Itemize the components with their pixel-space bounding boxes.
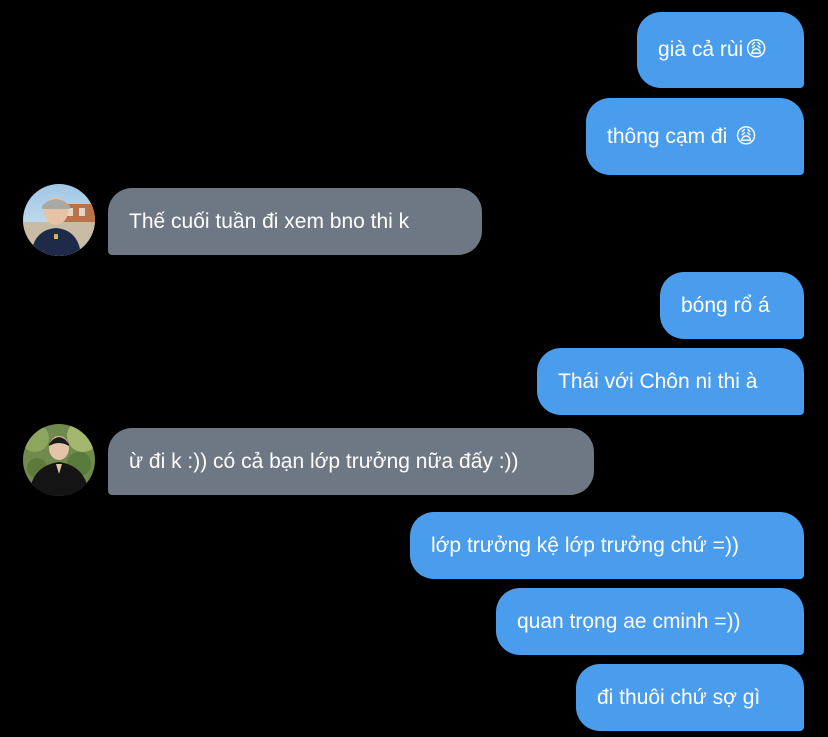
message-text: già cả rùi [658, 38, 744, 61]
message-text: Thái với Chôn ni thi à [558, 369, 758, 393]
message-bubble-outgoing[interactable]: quan trọng ae cminh =)) [496, 588, 804, 655]
message-text: ừ đi k :)) có cả bạn lớp trưởng nữa đấy … [129, 449, 519, 473]
weary-face-emoji-icon: 😩 [745, 38, 768, 61]
message-bubble-outgoing[interactable]: Thái với Chôn ni thi à [537, 348, 804, 415]
weary-face-emoji-icon: 😩 [735, 124, 757, 148]
message-text: Thế cuối tuần đi xem bno thi k [129, 209, 410, 233]
message-text: quan trọng ae cminh =)) [517, 609, 741, 633]
message-text: lớp trưởng kệ lớp trưởng chứ =)) [431, 533, 739, 557]
message-bubble-outgoing[interactable]: già cả rùi 😩 [637, 12, 804, 88]
contact-avatar-photo-icon [23, 184, 95, 256]
contact-avatar-photo-icon [23, 424, 95, 496]
chat-thread: già cả rùi 😩 thông cạm đi 😩 Thế cuối tuần… [0, 0, 828, 737]
message-text: thông cạm đi [607, 124, 734, 148]
message-bubble-outgoing[interactable]: thông cạm đi 😩 [586, 98, 804, 175]
message-bubble-outgoing[interactable]: lớp trưởng kệ lớp trưởng chứ =)) [410, 512, 804, 579]
message-bubble-outgoing[interactable]: bóng rổ á [660, 272, 804, 339]
message-bubble-incoming[interactable]: Thế cuối tuần đi xem bno thi k [108, 188, 482, 255]
contact-avatar[interactable] [23, 184, 95, 256]
message-bubble-outgoing[interactable]: đi thuôi chứ sợ gì [576, 664, 804, 731]
message-bubble-incoming[interactable]: ừ đi k :)) có cả bạn lớp trưởng nữa đấy … [108, 428, 594, 495]
message-text: bóng rổ á [681, 293, 770, 317]
message-text: đi thuôi chứ sợ gì [597, 685, 761, 709]
contact-avatar[interactable] [23, 424, 95, 496]
